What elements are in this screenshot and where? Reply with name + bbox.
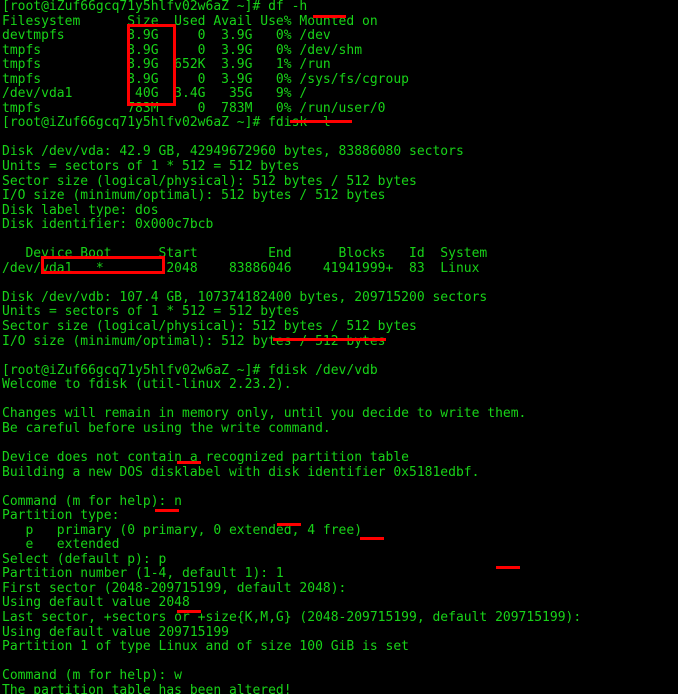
terminal-line: Partition 1 of type Linux and of size 10… (2, 639, 409, 655)
terminal-line: /dev/vda1 40G 3.4G 35G 9% / (2, 86, 308, 102)
terminal-line: [root@iZuf66gcq71y5hlfv02w6aZ ~]# fdisk … (2, 115, 331, 131)
terminal-line: Sector size (logical/physical): 512 byte… (2, 173, 417, 189)
terminal-line: tmpfs 3.9G 0 3.9G 0% /sys/fs/cgroup (2, 71, 409, 87)
terminal-line: I/O size (minimum/optimal): 512 bytes / … (2, 333, 386, 349)
terminal-line: Partition number (1-4, default 1): 1 (2, 566, 284, 582)
terminal-line: The partition table has been altered! (2, 682, 292, 694)
terminal-line: /dev/vda1 * 2048 83886046 41941999+ 83 L… (2, 260, 480, 276)
terminal-line: tmpfs 3.9G 0 3.9G 0% /dev/shm (2, 42, 363, 58)
terminal-line: p primary (0 primary, 0 extended, 4 free… (2, 522, 363, 538)
terminal-line: Device does not contain a recognized par… (2, 449, 409, 465)
terminal-line: Disk identifier: 0x000c7bcb (2, 217, 214, 233)
terminal-line: Units = sectors of 1 * 512 = 512 bytes (2, 159, 300, 175)
terminal-window[interactable]: [root@iZuf66gcq71y5hlfv02w6aZ ~]# df -h F… (0, 0, 678, 694)
terminal-line: Sector size (logical/physical): 512 byte… (2, 319, 417, 335)
terminal-line: Device Boot Start End Blocks Id System (2, 246, 488, 262)
terminal-line: Last sector, +sectors or +size{K,M,G} (2… (2, 609, 582, 625)
terminal-line: Welcome to fdisk (util-linux 2.23.2). (2, 377, 292, 393)
terminal-line: Select (default p): p (2, 551, 167, 567)
terminal-line: Units = sectors of 1 * 512 = 512 bytes (2, 304, 300, 320)
terminal-line: Using default value 2048 (2, 595, 190, 611)
terminal-line: Using default value 209715199 (2, 624, 229, 640)
terminal-line: Building a new DOS disklabel with disk i… (2, 464, 480, 480)
terminal-line: Command (m for help): n (2, 493, 183, 509)
terminal-line: Changes will remain in memory only, unti… (2, 406, 527, 422)
terminal-line: Disk /dev/vda: 42.9 GB, 42949672960 byte… (2, 144, 464, 160)
terminal-line: tmpfs 783M 0 783M 0% /run/user/0 (2, 100, 386, 116)
terminal-line: e extended (2, 537, 120, 553)
terminal-line: I/O size (minimum/optimal): 512 bytes / … (2, 188, 386, 204)
terminal-line: Disk /dev/vdb: 107.4 GB, 107374182400 by… (2, 289, 488, 305)
terminal-line: Partition type: (2, 508, 120, 524)
terminal-line: [root@iZuf66gcq71y5hlfv02w6aZ ~]# fdisk … (2, 362, 378, 378)
terminal-line: Disk label type: dos (2, 202, 159, 218)
terminal-line: Filesystem Size Used Avail Use% Mounted … (2, 13, 378, 29)
terminal-line: First sector (2048-209715199, default 20… (2, 580, 347, 596)
terminal-line: [root@iZuf66gcq71y5hlfv02w6aZ ~]# df -h (2, 0, 308, 14)
terminal-line: tmpfs 3.9G 652K 3.9G 1% /run (2, 57, 331, 73)
terminal-line: devtmpfs 3.9G 0 3.9G 0% /dev (2, 28, 331, 44)
terminal-output: [root@iZuf66gcq71y5hlfv02w6aZ ~]# df -h F… (2, 0, 678, 694)
terminal-line: Be careful before using the write comman… (2, 420, 331, 436)
terminal-line: Command (m for help): w (2, 668, 183, 684)
